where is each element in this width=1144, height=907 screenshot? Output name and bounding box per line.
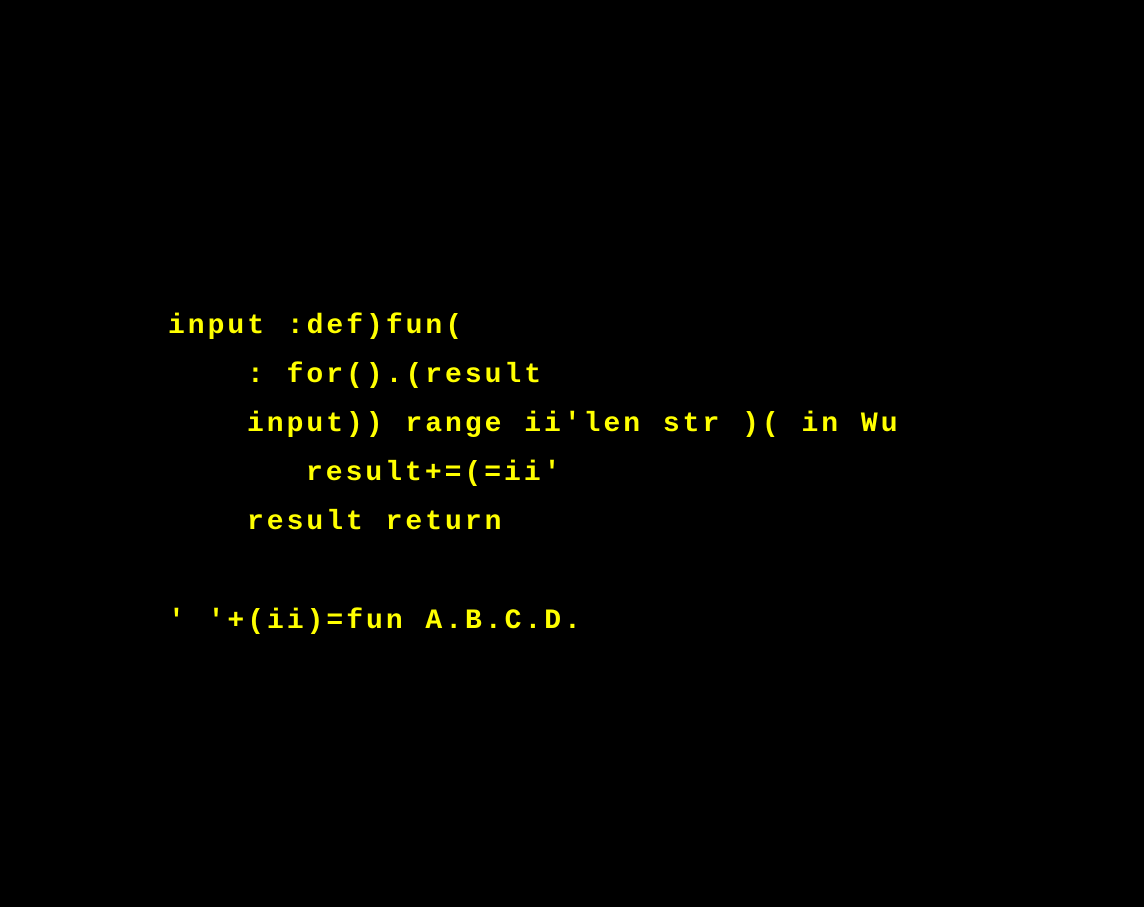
code-line-for: : for().(result	[247, 360, 545, 391]
code-line-range: input)) range ii'len str )( in Wu	[247, 409, 901, 440]
code-line-result-add: result+=(=ii'	[306, 458, 564, 489]
code-snippet: input :def)fun( : for().(result input)) …	[0, 0, 1144, 907]
code-line-return: result return	[247, 507, 505, 538]
code-line-options: ' '+(ii)=fun A.B.C.D.	[168, 606, 584, 637]
code-line-def: input :def)fun(	[168, 311, 466, 342]
